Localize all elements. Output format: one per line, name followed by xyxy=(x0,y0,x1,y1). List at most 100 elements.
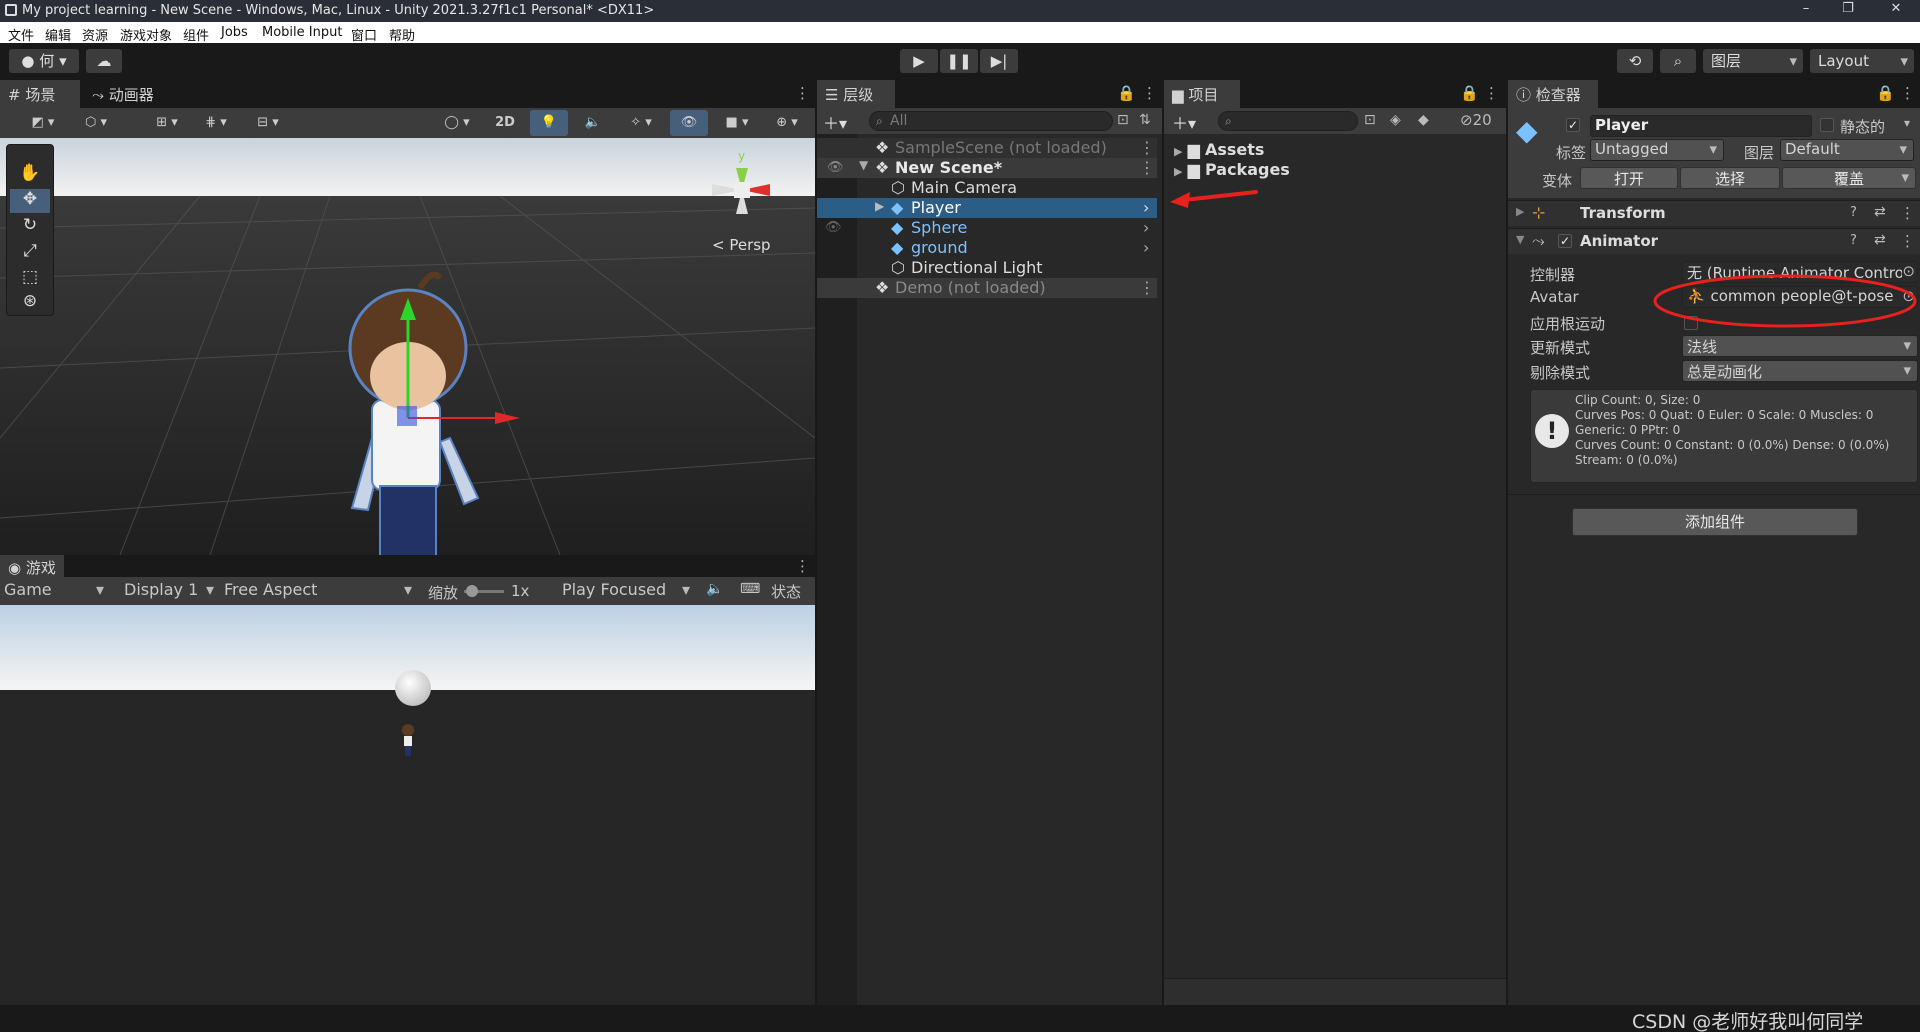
aspect-dropdown[interactable]: Free Aspect xyxy=(224,580,418,602)
folder-assets[interactable]: ▶ ▆ Assets xyxy=(1174,140,1264,159)
chevron-right-icon[interactable]: › xyxy=(1143,198,1149,217)
menu-mobile-input[interactable]: Mobile Input xyxy=(262,25,342,40)
visibility-toggle[interactable]: 👁 xyxy=(670,110,708,136)
maximize-button[interactable]: ❐ xyxy=(1828,1,1868,21)
scale-tool-icon[interactable]: ⤢ xyxy=(10,241,50,265)
chevron-right-icon[interactable]: › xyxy=(1143,238,1149,257)
lock-icon[interactable]: 🔒 xyxy=(1460,84,1479,102)
create-dropdown[interactable]: ＋▾ xyxy=(1172,110,1196,134)
tab-inspector[interactable]: ⓘ 检查器 xyxy=(1508,80,1598,108)
2d-toggle[interactable]: 2D xyxy=(486,110,524,136)
persp-label[interactable]: < Persp xyxy=(712,236,771,254)
close-button[interactable]: ✕ xyxy=(1876,1,1916,21)
gizmo-grid-dropdown[interactable]: ⊞ ▾ xyxy=(144,110,190,136)
game-view-dropdown[interactable]: Game xyxy=(4,580,110,602)
hidden-packages-toggle[interactable]: ⊘20 xyxy=(1460,111,1492,129)
preset-icon[interactable]: ⇄ xyxy=(1874,232,1886,248)
menu-jobs[interactable]: Jobs xyxy=(221,25,248,40)
tab-animator[interactable]: ⤳ 动画器 xyxy=(84,80,174,108)
tree-item-new-scene[interactable]: 👁 ▼ ❖ New Scene* ⋮ xyxy=(817,158,1157,178)
expand-arrow-icon[interactable]: ▶ xyxy=(1174,165,1182,178)
tab-game[interactable]: ◉ 游戏 xyxy=(0,555,64,577)
expand-arrow-icon[interactable]: ▼ xyxy=(859,158,868,172)
tree-item-samplescene[interactable]: ❖ SampleScene (not loaded) ⋮ xyxy=(817,138,1157,158)
orientation-dropdown[interactable]: ◯ ▾ xyxy=(434,110,480,136)
scale-slider-handle[interactable] xyxy=(466,585,478,597)
prefab-select-button[interactable]: 选择 xyxy=(1680,167,1780,189)
search-filter-icon[interactable]: ⊡ xyxy=(1117,112,1129,128)
menu-assets[interactable]: 资源 xyxy=(82,25,108,44)
prefab-open-button[interactable]: 打开 xyxy=(1580,167,1678,189)
sort-icon[interactable]: ⇅ xyxy=(1139,112,1151,128)
label-icon[interactable]: ◆ xyxy=(1418,112,1429,128)
tree-item-ground[interactable]: ◆ ground › xyxy=(817,238,1157,258)
audio-toggle[interactable]: 🔈 xyxy=(574,110,612,136)
keyboard-icon[interactable]: ⌨ xyxy=(740,581,760,597)
tree-item-main-camera[interactable]: ⬡ Main Camera xyxy=(817,178,1157,198)
mute-audio-icon[interactable]: 🔈 xyxy=(706,581,723,597)
search-button[interactable]: ⌕ xyxy=(1660,49,1696,73)
history-button[interactable]: ⟲ xyxy=(1617,49,1653,73)
snap-dropdown[interactable]: ⋕ ▾ xyxy=(196,110,236,136)
layout-dropdown[interactable]: Layout xyxy=(1810,49,1914,73)
tab-project[interactable]: ▆ 项目 xyxy=(1164,80,1240,108)
tag-dropdown[interactable]: Untagged xyxy=(1590,139,1724,161)
effects-dropdown[interactable]: ✧ ▾ xyxy=(618,110,664,136)
scene-viewport[interactable]: x y < Persp ✋ ✥ ↻ ⤢ ⬚ ⊛ xyxy=(0,138,815,555)
tree-item-sphere[interactable]: 👁 ◆ Sphere › xyxy=(817,218,1157,238)
prefab-cube-icon[interactable]: ◆ xyxy=(1516,114,1538,147)
rect-tool-icon[interactable]: ⬚ xyxy=(10,267,50,291)
project-search[interactable]: ⌕ xyxy=(1218,111,1358,131)
lock-icon[interactable]: 🔒 xyxy=(1876,84,1895,102)
expand-arrow-icon[interactable]: ▶ xyxy=(1174,145,1182,158)
chevron-right-icon[interactable]: › xyxy=(1143,218,1149,237)
tree-item-demo[interactable]: ❖ Demo (not loaded) ⋮ xyxy=(817,278,1157,298)
hand-tool-icon[interactable]: ✋ xyxy=(10,163,50,187)
layer-dropdown[interactable]: Default xyxy=(1780,139,1914,161)
draw-mode-dropdown[interactable]: ◩ ▾ xyxy=(20,110,66,136)
more-menu-icon[interactable]: ⋮ xyxy=(1900,204,1915,222)
cloud-button[interactable]: ☁ xyxy=(86,49,122,73)
game-viewport[interactable] xyxy=(0,605,815,1005)
menu-file[interactable]: 文件 xyxy=(8,25,34,44)
lighting-toggle[interactable]: 💡 xyxy=(530,110,568,136)
lock-icon[interactable]: 🔒 xyxy=(1117,84,1136,102)
display-dropdown[interactable]: Display 1 xyxy=(124,580,220,602)
eye-icon[interactable]: 👁 xyxy=(827,160,844,175)
menu-edit[interactable]: 编辑 xyxy=(45,25,71,44)
shading-dropdown[interactable]: ⬡ ▾ xyxy=(72,110,120,136)
help-icon[interactable]: ? xyxy=(1850,233,1857,248)
search-filter-icon[interactable]: ⊡ xyxy=(1364,112,1376,128)
animator-header[interactable]: ▼ ⤳ ✓ Animator ? ⇄ ⋮ xyxy=(1508,228,1920,254)
camera-dropdown[interactable]: ■ ▾ xyxy=(714,110,760,136)
more-menu-icon[interactable]: ⋮ xyxy=(1139,138,1155,157)
layers-dropdown[interactable]: 图层 xyxy=(1703,49,1803,73)
minimize-button[interactable]: – xyxy=(1786,1,1826,21)
more-menu-icon[interactable]: ⋮ xyxy=(1900,84,1915,102)
prefab-overrides-dropdown[interactable]: 覆盖 xyxy=(1782,167,1916,189)
more-menu-icon[interactable]: ⋮ xyxy=(1139,278,1155,297)
transform-tool-icon[interactable]: ⊛ xyxy=(10,291,50,315)
step-button[interactable]: ▶| xyxy=(980,49,1018,73)
gizmos-dropdown[interactable]: ⊕ ▾ xyxy=(764,110,810,136)
object-name-input[interactable]: Player xyxy=(1590,115,1812,137)
folder-packages[interactable]: ▶ ▆ Packages xyxy=(1174,160,1290,179)
culling-mode-dropdown[interactable]: 总是动画化 xyxy=(1682,360,1918,382)
expand-arrow-icon[interactable]: ▶ xyxy=(875,199,884,213)
menu-gameobject[interactable]: 游戏对象 xyxy=(120,25,172,44)
create-dropdown[interactable]: ＋▾ xyxy=(823,110,859,133)
active-checkbox[interactable]: ✓ xyxy=(1566,118,1580,132)
menu-window[interactable]: 窗口 xyxy=(351,25,377,44)
pause-button[interactable]: ❚❚ xyxy=(940,49,978,73)
static-checkbox[interactable] xyxy=(1820,118,1834,132)
expand-arrow-icon[interactable]: ▼ xyxy=(1516,233,1524,246)
more-menu-icon[interactable]: ⋮ xyxy=(1139,158,1155,177)
chevron-down-icon[interactable]: ▾ xyxy=(1904,116,1910,130)
play-button[interactable]: ▶ xyxy=(900,49,938,73)
account-dropdown[interactable]: ● 何 ▾ xyxy=(9,49,79,73)
more-menu-icon[interactable]: ⋮ xyxy=(795,557,810,575)
tree-item-player[interactable]: ▶ ◆ Player › xyxy=(817,198,1157,218)
tab-scene[interactable]: # 场景 xyxy=(0,80,80,108)
increment-snap-dropdown[interactable]: ⊟ ▾ xyxy=(244,110,292,136)
menu-help[interactable]: 帮助 xyxy=(389,25,415,44)
